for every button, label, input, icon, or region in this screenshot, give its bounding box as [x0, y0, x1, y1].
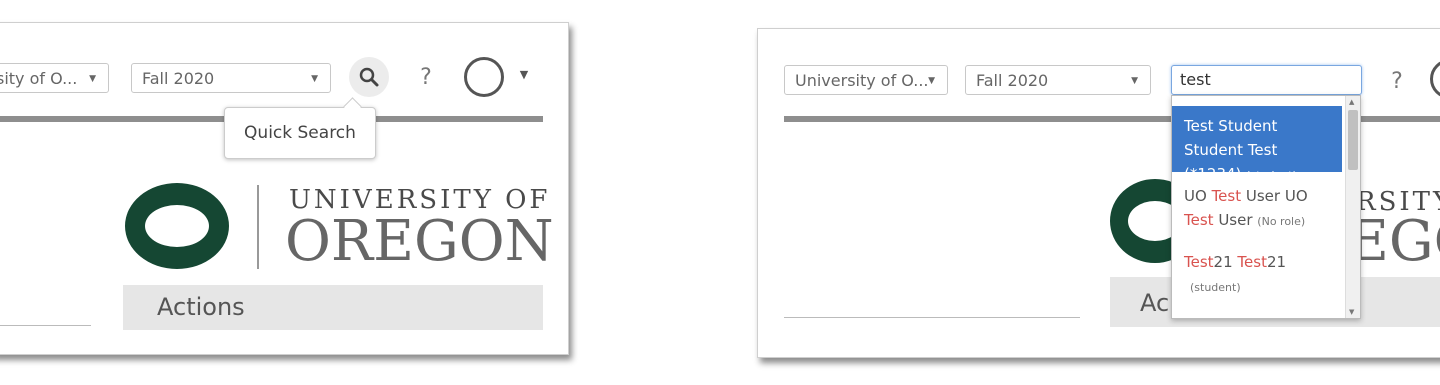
institution-select-value: sity of O...: [0, 69, 78, 88]
result-highlight: Test: [1184, 211, 1214, 229]
term-select[interactable]: Fall 2020 ▼: [131, 63, 331, 93]
chevron-down-icon: ▼: [928, 76, 935, 86]
logo-divider: [257, 185, 259, 269]
avatar-icon: [1430, 59, 1440, 99]
result-name-part: 21: [1213, 253, 1238, 271]
help-button[interactable]: ?: [415, 61, 437, 93]
chevron-down-icon: ▼: [311, 74, 318, 84]
institution-select[interactable]: sity of O... ▼: [0, 63, 109, 93]
user-menu-button[interactable]: [1430, 59, 1440, 99]
term-select-value: Fall 2020: [142, 69, 215, 88]
user-menu-button[interactable]: [463, 56, 505, 98]
chevron-down-icon[interactable]: ▼: [517, 67, 531, 81]
result-name-part: User: [1213, 211, 1253, 229]
search-result-item[interactable]: UO Test User UO Test User (No role): [1172, 180, 1342, 242]
result-highlight: Test: [1184, 253, 1214, 271]
screenshot-left: sity of O... ▼ Fall 2020 ▼ ? ▼ Quick Sea…: [0, 22, 569, 355]
actions-header: Actions: [123, 285, 543, 330]
avatar-icon: [464, 57, 504, 97]
result-role: (No role): [1257, 215, 1306, 228]
logo-o-mark: [125, 183, 229, 269]
search-result-item[interactable]: Test Student Student Test (*1234) (stude…: [1172, 106, 1342, 183]
scroll-up-icon[interactable]: ▲: [1349, 98, 1354, 106]
left-rule: [784, 317, 1080, 318]
screenshot-right: University of O... ▼ Fall 2020 ▼ test ? …: [757, 28, 1440, 358]
result-highlight: Test: [1211, 187, 1242, 205]
left-rule: [0, 325, 91, 326]
chevron-down-icon: ▼: [1131, 76, 1138, 86]
logo-oregon: OREGON: [285, 209, 554, 274]
search-result-item[interactable]: Test21 Test21 (student): [1172, 246, 1342, 308]
scroll-down-icon[interactable]: ▼: [1349, 308, 1354, 316]
chevron-down-icon: ▼: [89, 74, 96, 84]
quick-search-button[interactable]: [349, 57, 389, 97]
tooltip-text: Quick Search: [244, 123, 356, 143]
search-results-dropdown[interactable]: Test Student Student Test (*1234) (stude…: [1171, 95, 1361, 319]
logo-oregon: EGO: [1348, 209, 1440, 274]
quick-search-tooltip: Quick Search: [224, 107, 376, 159]
result-highlight: Test: [1237, 253, 1267, 271]
help-button[interactable]: ?: [1386, 65, 1408, 97]
dropdown-scrollbar[interactable]: ▲ ▼: [1345, 96, 1360, 318]
result-name-part: User UO: [1241, 187, 1308, 205]
term-select[interactable]: Fall 2020 ▼: [965, 65, 1151, 95]
scroll-thumb[interactable]: [1348, 110, 1358, 170]
institution-select-value: University of O...: [795, 71, 929, 90]
institution-select[interactable]: University of O... ▼: [784, 65, 948, 95]
result-name-part: UO: [1184, 187, 1212, 205]
term-select-value: Fall 2020: [976, 71, 1049, 90]
result-name-part: 21: [1266, 253, 1287, 271]
quick-search-input[interactable]: test: [1171, 65, 1362, 95]
search-icon: [359, 67, 379, 87]
result-role: (student): [1190, 281, 1241, 294]
